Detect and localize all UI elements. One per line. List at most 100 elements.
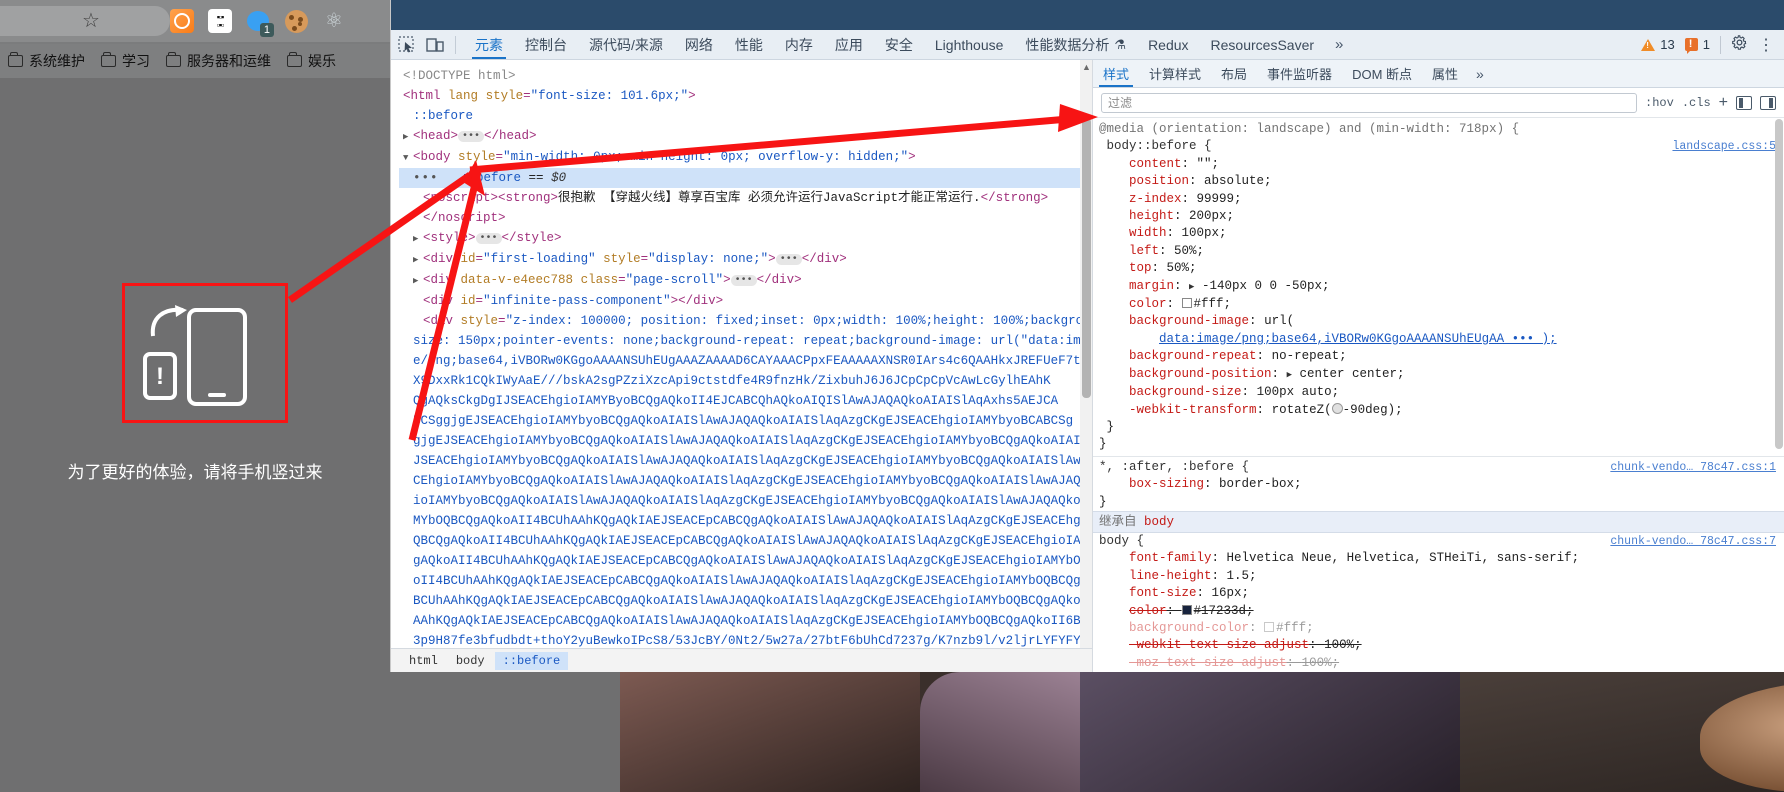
styles-tabs-overflow-icon[interactable]: » xyxy=(1468,60,1492,87)
bookmark-item[interactable]: 系统维护 xyxy=(2,48,91,74)
tab-console[interactable]: 控制台 xyxy=(514,30,578,59)
css-declaration[interactable]: background-color: #fff; xyxy=(1093,620,1784,637)
css-declaration[interactable]: background-image: url( xyxy=(1093,313,1784,330)
styles-filter-input[interactable]: 过滤 xyxy=(1101,92,1638,113)
css-declaration[interactable]: line-height: 1.5; xyxy=(1093,568,1784,585)
dom-tree-line[interactable]: <noscript><strong>很抱歉 【穿越火线】尊享百宝库 必须允许运行… xyxy=(399,188,1080,208)
css-source-link[interactable]: landscape.css:5 xyxy=(1672,138,1776,155)
css-declaration[interactable]: color: #17233d; xyxy=(1093,603,1784,620)
tab-network[interactable]: 网络 xyxy=(674,30,724,59)
react-devtools-icon[interactable]: ⚛ xyxy=(322,9,346,33)
dom-tree-line[interactable]: CEhgioIAMYbyoBCQgAQkoAIAISlAwAJAQAQkoAIA… xyxy=(399,471,1092,491)
css-declaration[interactable]: font-size: 16px; xyxy=(1093,585,1784,602)
color-swatch[interactable] xyxy=(1181,604,1192,615)
new-style-rule-button[interactable]: + xyxy=(1719,94,1728,112)
css-rules-list[interactable]: @media (orientation: landscape) and (min… xyxy=(1093,119,1784,672)
tab-elements[interactable]: 元素 xyxy=(464,30,514,59)
css-declaration[interactable]: background-position: ▶ center center; xyxy=(1093,366,1784,384)
breadcrumb-item-html[interactable]: html xyxy=(401,652,446,670)
styles-scrollbar[interactable] xyxy=(1774,119,1784,672)
dom-tree-line[interactable]: AAhKQgAQkIAEJSEACEpCABCQgAQkoAIAISlAwAJA… xyxy=(399,611,1092,631)
dom-tree-line[interactable]: ▼ <body style="min-width: 0px; min-height… xyxy=(399,147,1080,168)
css-declaration[interactable]: margin: ▶ -140px 0 0 -50px; xyxy=(1093,278,1784,296)
element-classes-button[interactable]: .cls xyxy=(1682,96,1711,110)
css-declaration[interactable]: -webkit-transform: rotateZ(-90deg); xyxy=(1093,402,1784,419)
tab-layout[interactable]: 布局 xyxy=(1211,60,1257,87)
css-data-uri-link[interactable]: data:image/png;base64,iVBORw0KGgoAAAANSU… xyxy=(1159,332,1557,346)
extension-orange-icon[interactable] xyxy=(170,9,194,33)
tab-dom-breakpoints[interactable]: DOM 断点 xyxy=(1342,60,1422,87)
css-declaration[interactable]: position: absolute; xyxy=(1093,173,1784,190)
tab-application[interactable]: 应用 xyxy=(824,30,874,59)
warning-count-badge[interactable]: 13 xyxy=(1641,37,1675,52)
css-source-link[interactable]: chunk-vendo… 78c47.css:1 xyxy=(1610,459,1776,476)
dom-tree-line[interactable]: size: 150px;pointer-events: none;backgro… xyxy=(399,331,1092,351)
dom-tree-line[interactable]: ::before xyxy=(399,106,1080,126)
blue-extension-icon[interactable]: 1 xyxy=(246,9,274,37)
css-declaration[interactable]: left: 50%; xyxy=(1093,243,1784,260)
dom-tree-line[interactable]: </noscript> xyxy=(399,208,1080,228)
scrollbar-thumb[interactable] xyxy=(1082,118,1091,398)
dom-tree-line[interactable]: ioIAMYbyoBCQgAQkoAIAISlAwAJAQAQkoAIAISlA… xyxy=(399,491,1092,511)
dom-tree-line[interactable]: ▶ <style> ••• </style> xyxy=(399,228,1080,249)
tab-properties[interactable]: 属性 xyxy=(1422,60,1468,87)
css-declaration[interactable]: font-family: Helvetica Neue, Helvetica, … xyxy=(1093,550,1784,567)
dom-tree-line[interactable]: BCSggjgEJSEACEhgioIAMYbyoBCQgAQkoAIAISlA… xyxy=(399,411,1080,431)
dom-tree-line[interactable]: ••• ::before == $0 xyxy=(399,168,1080,188)
kebab-menu-icon[interactable]: ⋮ xyxy=(1758,35,1774,55)
dom-tree-line[interactable]: ▶ <div id="first-loading" style="display:… xyxy=(399,249,1080,270)
dom-tree-line[interactable]: QBCQgAQkoAII4BCUhAAhKQgAQkIAEJSEACEpCABC… xyxy=(399,531,1092,551)
bookmark-item[interactable]: 服务器和运维 xyxy=(160,48,277,74)
dom-tree-line[interactable]: gAQkoAII4BCUhAAhKQgAQkIAEJSEACEpCABCQgAQ… xyxy=(399,551,1092,571)
breadcrumb-item-before[interactable]: ::before xyxy=(494,651,569,670)
css-declaration[interactable]: height: 200px; xyxy=(1093,208,1784,225)
tab-lighthouse[interactable]: Lighthouse xyxy=(924,30,1015,59)
dom-tree-line[interactable]: oII4BCUhAAhKQgAQkIAEJSEACEpCABCQgAQkoAIA… xyxy=(399,571,1092,591)
error-count-badge[interactable]: 1 xyxy=(1684,37,1710,54)
dom-tree-line[interactable]: <div style="z-index: 100000; position: f… xyxy=(399,311,1092,331)
css-declaration[interactable]: z-index: 99999; xyxy=(1093,191,1784,208)
dom-tree-line[interactable]: <div id="infinite-pass-component"></div> xyxy=(399,291,1080,311)
dom-tree-line[interactable]: JSEACEhgioIAMYbyoBCQgAQkoAIAISlAwAJAQAQk… xyxy=(399,451,1092,471)
device-toolbar-icon[interactable] xyxy=(425,35,445,55)
color-swatch[interactable] xyxy=(1264,621,1275,632)
css-declaration[interactable]: data:image/png;base64,iVBORw0KGgoAAAANSU… xyxy=(1093,331,1784,348)
dom-tree-line[interactable]: QgAQksCkgDgIJSEACEhgioIAMYByoBCQgAQkoII4… xyxy=(399,391,1080,411)
inspect-element-icon[interactable] xyxy=(397,35,417,55)
color-swatch[interactable] xyxy=(1181,298,1192,309)
dom-tree-line[interactable]: X9DxxRk1CQkIWyAaE///bskA2sgPZziXzcApi9ct… xyxy=(399,371,1080,391)
tabs-overflow-icon[interactable]: » xyxy=(1325,30,1353,59)
dom-tree-line[interactable]: e/png;base64,iVBORw0KGgoAAAANSUhEUgAAAZA… xyxy=(399,351,1092,371)
css-selector[interactable]: body {chunk-vendo… 78c47.css:7 xyxy=(1093,533,1784,550)
bookmark-item[interactable]: 学习 xyxy=(95,48,156,74)
angle-picker-icon[interactable] xyxy=(1331,402,1343,414)
css-source-link[interactable]: chunk-vendo… 78c47.css:7 xyxy=(1610,533,1776,550)
dom-tree-line[interactable]: MYbOQBCQgAQkoAII4BCUhAAhKQgAQkIAEJSEACEp… xyxy=(399,511,1092,531)
scroll-up-icon[interactable]: ▲ xyxy=(1082,62,1091,72)
dom-tree-line[interactable]: BCUhAAhKQgAQkIAEJSEACEpCABCQgAQkoAIAISlA… xyxy=(399,591,1092,611)
css-declaration[interactable]: -webkit-text-size-adjust: 100%; xyxy=(1093,637,1784,654)
tab-sources[interactable]: 源代码/来源 xyxy=(578,30,674,59)
tab-resources-saver[interactable]: ResourcesSaver xyxy=(1200,30,1326,59)
dom-tree-lines[interactable]: <!DOCTYPE html> <html lang style="font-si… xyxy=(391,60,1092,672)
dom-tree-line[interactable]: gjgEJSEACEhgioIAMYbyoBCQgAQkoAIAISlAwAJA… xyxy=(399,431,1092,451)
gear-icon[interactable] xyxy=(1731,34,1748,56)
css-declaration[interactable]: content: ""; xyxy=(1093,156,1784,173)
tab-memory[interactable]: 内存 xyxy=(774,30,824,59)
dom-tree-line[interactable]: ▶ <head> ••• </head> xyxy=(399,126,1080,147)
css-declaration[interactable]: background-repeat: no-repeat; xyxy=(1093,348,1784,365)
address-bar[interactable]: yue.qq.com/... ☆ xyxy=(0,6,170,36)
cookie-editor-icon[interactable] xyxy=(284,9,308,33)
tab-event-listeners[interactable]: 事件监听器 xyxy=(1257,60,1342,87)
css-declaration[interactable]: top: 50%; xyxy=(1093,260,1784,277)
tab-styles[interactable]: 样式 xyxy=(1093,60,1139,87)
bookmark-item[interactable]: 娱乐 xyxy=(281,48,342,74)
css-declaration[interactable]: width: 100px; xyxy=(1093,225,1784,242)
tab-security[interactable]: 安全 xyxy=(874,30,924,59)
tab-performance[interactable]: 性能 xyxy=(724,30,774,59)
css-selector[interactable]: *, :after, :before {chunk-vendo… 78c47.c… xyxy=(1093,459,1784,476)
css-declaration[interactable]: background-size: 100px auto; xyxy=(1093,384,1784,401)
dom-tree-line[interactable]: <html lang style="font-size: 101.6px;"> xyxy=(399,86,1080,106)
css-declaration[interactable]: -moz-text-size-adjust: 100%; xyxy=(1093,655,1784,672)
css-selector[interactable]: body::before {landscape.css:5 xyxy=(1093,138,1784,155)
